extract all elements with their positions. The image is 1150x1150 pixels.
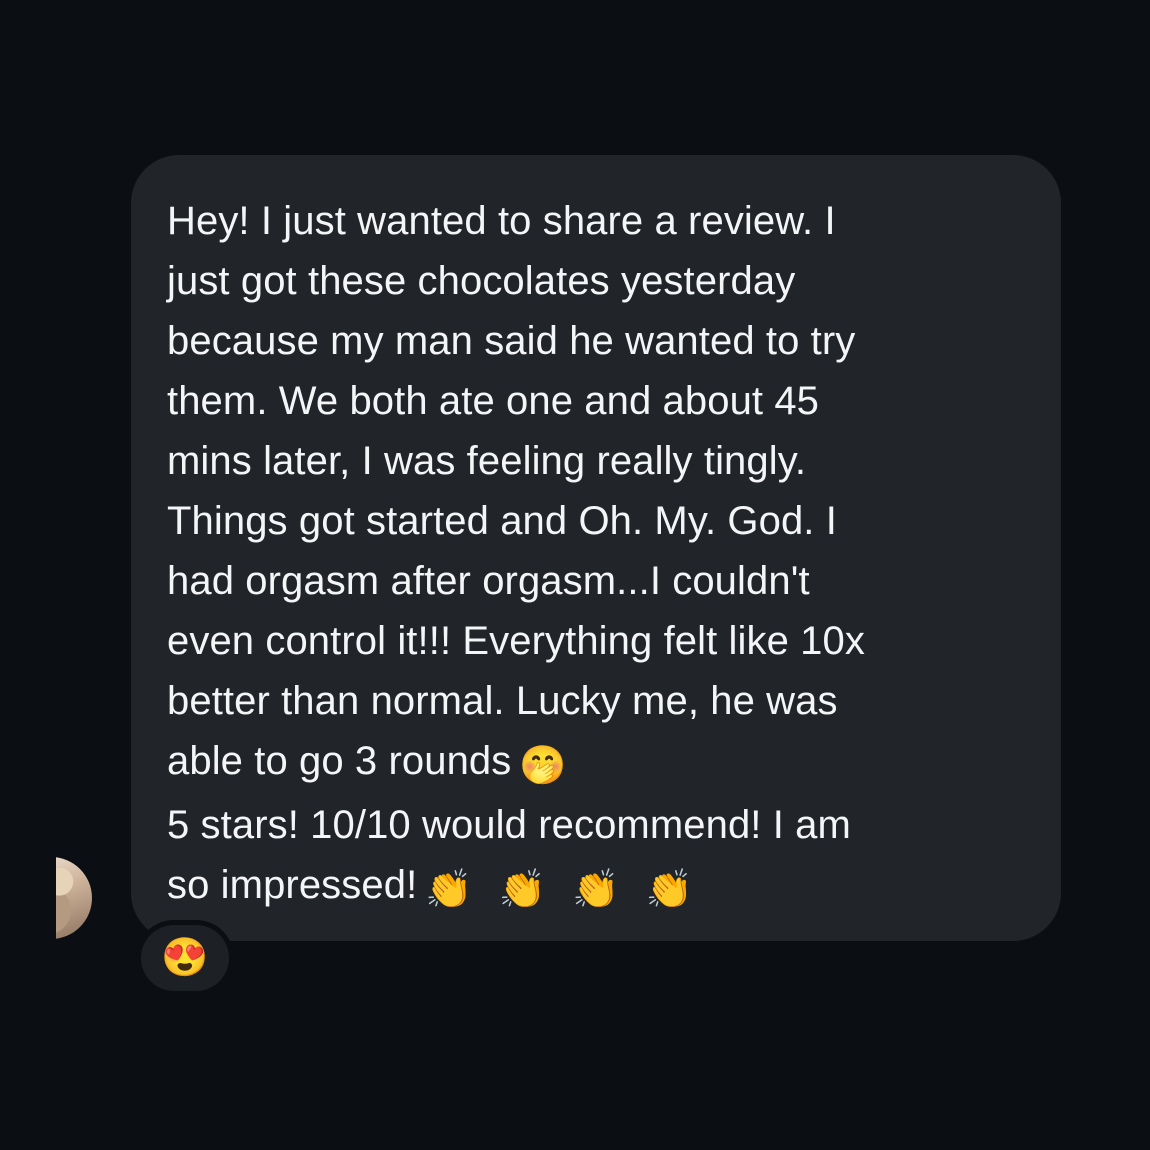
message-reaction-badge[interactable]: 😍 [141,925,229,991]
message-line-4: them. We both ate one and about 45 [167,379,820,423]
sender-avatar[interactable] [56,857,92,939]
heart-eyes-emoji-icon: 😍 [161,937,209,979]
message-line-3: because my man said he wanted to try [167,319,856,363]
message-line-9: better than normal. Lucky me, he was [167,679,838,723]
message-line-5: mins later, I was feeling really tingly. [167,439,807,483]
clapping-hands-emoji-icon: 👏 [645,869,693,911]
hand-over-mouth-emoji-icon: 🤭 [519,745,567,787]
message-line-2: just got these chocolates yesterday [167,259,796,303]
avatar-image [56,857,92,939]
clapping-hands-emoji-icon: 👏 [425,869,473,911]
message-line-12: so impressed! [167,863,418,907]
message-line-1: Hey! I just wanted to share a review. I [167,199,836,243]
message-bubble[interactable]: Hey! I just wanted to share a review. I … [131,155,1061,941]
message-line-10-container: able to go 3 rounds 🤭 [167,731,1023,791]
message-line-10: able to go 3 rounds [167,739,512,783]
message-line-12-container: so impressed! 👏 👏 👏 👏 [167,855,1023,915]
clapping-hands-emoji-icon: 👏 [498,869,547,911]
message-line-8: even control it!!! Everything felt like … [167,619,865,663]
message-line-11: 5 stars! 10/10 would recommend! I am [167,803,851,847]
clapping-hands-emoji-icon: 👏 [572,869,620,911]
message-line-6: Things got started and Oh. My. God. I [167,499,837,543]
message-line-7: had orgasm after orgasm...I couldn't [167,559,810,603]
message-screen: Hey! I just wanted to share a review. I … [0,0,1150,1150]
